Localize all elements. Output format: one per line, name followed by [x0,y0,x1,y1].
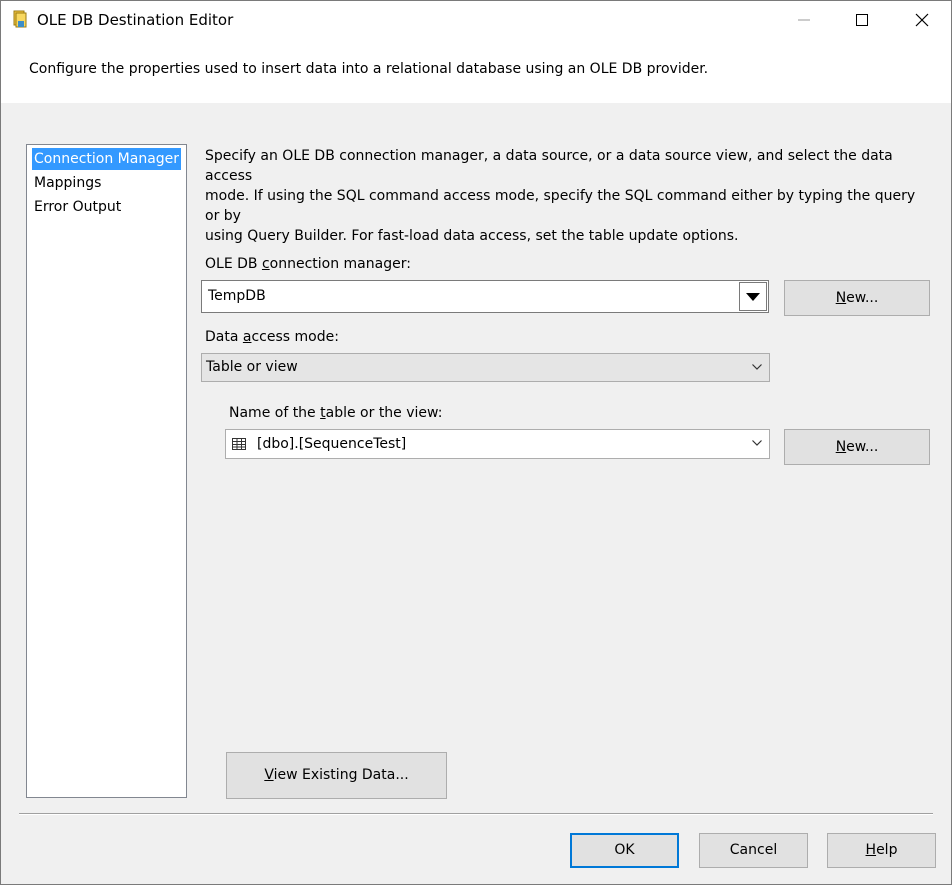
label-text: OLE DB [205,256,262,272]
connection-manager-combo[interactable]: TempDB [201,280,769,313]
maximize-button[interactable] [833,1,891,39]
label-text: ccess mode: [251,329,339,345]
close-button[interactable] [893,1,951,39]
nav-item-mappings[interactable]: Mappings [32,172,103,194]
access-key: c [261,256,270,272]
page-navigation-list: Connection Manager Mappings Error Output [26,144,187,798]
minimize-icon [798,19,810,21]
table-icon [232,438,246,450]
label-text: Data [205,329,243,345]
access-key: N [835,439,847,455]
new-table-button[interactable]: New... [784,429,930,465]
panel-description-line: mode. If using the SQL command access mo… [205,188,916,224]
footer-separator [19,813,933,815]
table-name-label: Name of the table or the view: [229,405,442,421]
panel-description-line: using Query Builder. For fast-load data … [205,228,739,244]
help-button[interactable]: Help [827,833,936,868]
title-bar: OLE DB Destination Editor [1,1,951,39]
connection-manager-dropdown-button[interactable] [739,282,767,311]
button-label: elp [876,842,898,858]
button-label: iew Existing Data... [273,767,409,783]
access-mode-label: Data access mode: [205,329,339,345]
button-label: ew... [846,290,879,306]
minimize-button[interactable] [775,1,833,39]
table-name-value: [dbo].[SequenceTest] [257,436,407,452]
button-label: ew... [846,439,879,455]
access-key: N [835,290,847,306]
panel-description: Specify an OLE DB connection manager, a … [205,146,925,246]
label-text: able or the view: [325,405,443,421]
nav-item-connection-manager[interactable]: Connection Manager [32,148,182,170]
view-existing-data-button[interactable]: View Existing Data... [226,752,447,799]
new-connection-button[interactable]: New... [784,280,930,316]
chevron-down-icon [752,440,762,446]
dropdown-arrow-icon [746,293,760,301]
dialog-header: Configure the properties used to insert … [1,39,951,103]
connection-manager-label: OLE DB connection manager: [205,256,411,272]
access-key: H [865,842,877,858]
table-name-combo[interactable]: [dbo].[SequenceTest] [225,429,770,459]
ok-button[interactable]: OK [570,833,679,868]
label-text: Name of the [229,405,321,421]
header-description: Configure the properties used to insert … [29,61,709,77]
access-key: V [264,767,274,783]
ssis-destination-icon [13,10,27,28]
maximize-icon [856,14,868,26]
close-icon [915,13,929,27]
access-mode-select[interactable]: Table or view [201,353,770,382]
label-text: onnection manager: [269,256,411,272]
cancel-button[interactable]: Cancel [699,833,808,868]
connection-manager-value: TempDB [208,288,266,304]
window-title: OLE DB Destination Editor [37,11,234,29]
panel-description-line: Specify an OLE DB connection manager, a … [205,148,893,184]
nav-item-error-output[interactable]: Error Output [32,196,123,218]
chevron-down-icon [752,364,762,370]
access-mode-value: Table or view [206,359,298,375]
dialog-window: OLE DB Destination Editor Configure the … [0,0,952,885]
